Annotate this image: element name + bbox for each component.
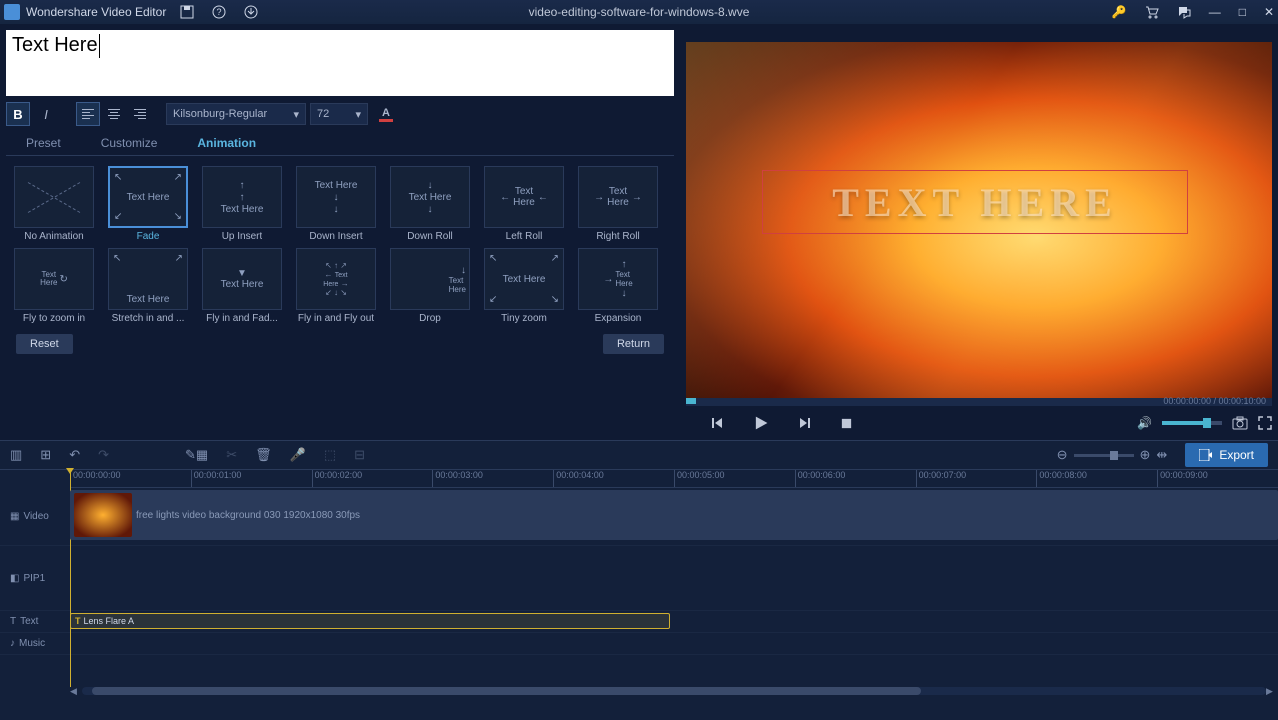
zoom-out-icon[interactable]: ⊖ <box>1057 447 1068 463</box>
text-input[interactable]: Text Here <box>6 30 674 96</box>
font-size-select[interactable]: 72▾ <box>310 103 368 125</box>
anim-up-insert[interactable]: ↑↑Text Here Up Insert <box>198 166 286 242</box>
bold-button[interactable]: B <box>6 102 30 126</box>
text-track-icon: T <box>10 616 16 627</box>
tl-mode2-icon[interactable]: ⊞ <box>40 447 51 463</box>
fullscreen-button[interactable] <box>1258 416 1272 430</box>
redo-icon[interactable]: ↷ <box>98 447 109 463</box>
next-frame-button[interactable] <box>798 416 812 430</box>
prev-frame-button[interactable] <box>710 416 724 430</box>
zoom-fit-icon[interactable]: ⇹ <box>1156 447 1167 463</box>
pip-track-icon: ◧ <box>10 573 19 584</box>
tab-animation[interactable]: Animation <box>177 132 276 155</box>
animation-grid: No Animation ↖↗Text Here↙↘ Fade ↑↑Text H… <box>6 156 674 334</box>
anim-left-roll[interactable]: ←TextHere← Left Roll <box>480 166 568 242</box>
video-preview[interactable]: TEXT HERE <box>686 42 1272 398</box>
reset-button[interactable]: Reset <box>16 334 73 354</box>
track-pip[interactable]: ◧PIP1 <box>0 546 1278 611</box>
text-input-value: Text Here <box>12 34 98 56</box>
anim-down-insert[interactable]: Text Here↓↓ Down Insert <box>292 166 380 242</box>
text-format-toolbar: B I Kilsonburg-Regular▾ 72▾ A <box>6 100 674 128</box>
font-select[interactable]: Kilsonburg-Regular▾ <box>166 103 306 125</box>
scroll-left-icon[interactable]: ◀ <box>70 686 82 697</box>
timeline-area: ▥ ⊞ ↶ ↷ ✎▦ ✂ 🗑 🎤 ⬚ ⊟ ⊖ ⊕ ⇹ Export 00:00:… <box>0 440 1278 720</box>
volume-slider[interactable] <box>1162 421 1222 425</box>
anim-drop[interactable]: ↓TextHere Drop <box>386 248 474 324</box>
track-text[interactable]: TText TLens Flare A <box>0 611 1278 633</box>
anim-tiny-zoom[interactable]: ↖↗Text Here↙↘ Tiny zoom <box>480 248 568 324</box>
zoom-slider[interactable] <box>1074 454 1134 457</box>
align-center-button[interactable] <box>102 102 126 126</box>
snapshot-button[interactable] <box>1232 416 1248 430</box>
detach-icon[interactable]: ⊟ <box>354 447 365 463</box>
close-button[interactable]: ✕ <box>1264 5 1274 19</box>
anim-stretch[interactable]: ↖↗Text Here Stretch in and ... <box>104 248 192 324</box>
export-button[interactable]: Export <box>1185 443 1268 467</box>
maximize-button[interactable]: □ <box>1239 5 1246 19</box>
tab-preset[interactable]: Preset <box>6 132 81 155</box>
preview-panel: TEXT HERE 00:00:00:00 / 00:00:10:00 🔊 <box>680 24 1278 440</box>
italic-button[interactable]: I <box>34 102 58 126</box>
video-track-icon: ▦ <box>10 511 19 522</box>
key-icon[interactable]: 🔑 <box>1112 5 1127 19</box>
undo-icon[interactable]: ↶ <box>69 447 80 463</box>
cart-icon[interactable] <box>1145 5 1159 19</box>
anim-fade[interactable]: ↖↗Text Here↙↘ Fade <box>104 166 192 242</box>
voiceover-icon[interactable]: 🎤 <box>290 447 306 463</box>
save-icon[interactable] <box>180 5 194 19</box>
return-button[interactable]: Return <box>603 334 664 354</box>
edit-icon[interactable]: ✎▦ <box>185 447 208 463</box>
anim-flyin-flyout[interactable]: ↖ ↑ ↗← TextHere →↙ ↓ ↘ Fly in and Fly ou… <box>292 248 380 324</box>
anim-flyin-fade[interactable]: ▼Text Here Fly in and Fad... <box>198 248 286 324</box>
player-controls: 🔊 <box>680 406 1278 440</box>
tab-customize[interactable]: Customize <box>81 132 178 155</box>
anim-no-animation[interactable]: No Animation <box>10 166 98 242</box>
text-clip[interactable]: TLens Flare A <box>70 613 670 629</box>
anim-fly-zoom[interactable]: TextHere↻ Fly to zoom in <box>10 248 98 324</box>
download-icon[interactable] <box>244 5 258 19</box>
player-time: 00:00:00:00 / 00:00:10:00 <box>1163 396 1266 406</box>
align-right-button[interactable] <box>128 102 152 126</box>
play-button[interactable] <box>752 414 770 432</box>
stop-button[interactable] <box>840 417 853 430</box>
anim-down-roll[interactable]: ↓Text Here↓ Down Roll <box>386 166 474 242</box>
preview-text-overlay[interactable]: TEXT HERE <box>762 170 1188 234</box>
minimize-button[interactable]: — <box>1209 5 1221 19</box>
delete-icon[interactable]: 🗑 <box>255 447 272 463</box>
svg-text:?: ? <box>217 7 222 17</box>
track-music[interactable]: ♪Music <box>0 633 1278 655</box>
align-left-button[interactable] <box>76 102 100 126</box>
document-filename: video-editing-software-for-windows-8.wve <box>529 5 750 19</box>
chevron-down-icon: ▾ <box>293 108 299 121</box>
zoom-in-icon[interactable]: ⊕ <box>1140 447 1151 463</box>
title-bar: Wondershare Video Editor ? video-editing… <box>0 0 1278 24</box>
scroll-right-icon[interactable]: ▶ <box>1266 686 1278 697</box>
timeline-scrollbar[interactable]: ◀ ▶ <box>70 685 1278 697</box>
font-color-button[interactable]: A <box>378 103 394 125</box>
app-name: Wondershare Video Editor <box>26 5 166 19</box>
crop-icon[interactable]: ⬚ <box>324 447 336 463</box>
anim-expansion[interactable]: →↑TextHere↓ Expansion <box>574 248 662 324</box>
editor-tabs: Preset Customize Animation <box>6 132 674 156</box>
player-progress-bar[interactable]: 00:00:00:00 / 00:00:10:00 <box>686 398 1272 406</box>
zoom-control: ⊖ ⊕ ⇹ <box>1057 447 1168 463</box>
anim-right-roll[interactable]: →TextHere→ Right Roll <box>574 166 662 242</box>
timeline-ruler[interactable]: 00:00:00:00 00:00:01:00 00:00:02:00 00:0… <box>70 470 1278 488</box>
chat-icon[interactable] <box>1177 5 1191 19</box>
music-track-icon: ♪ <box>10 638 15 649</box>
timeline-toolbar: ▥ ⊞ ↶ ↷ ✎▦ ✂ 🗑 🎤 ⬚ ⊟ ⊖ ⊕ ⇹ Export <box>0 440 1278 470</box>
cut-icon[interactable]: ✂ <box>226 447 237 463</box>
video-clip[interactable]: free lights video background 030 1920x10… <box>70 490 1278 540</box>
volume-icon[interactable]: 🔊 <box>1137 416 1152 430</box>
app-logo-icon <box>4 4 20 20</box>
track-video[interactable]: ▦Video free lights video background 030 … <box>0 488 1278 546</box>
clip-thumbnail <box>74 493 132 537</box>
text-editor-panel: Text Here B I Kilsonburg-Regular▾ 72▾ A … <box>0 24 680 440</box>
help-icon[interactable]: ? <box>212 5 226 19</box>
tl-mode1-icon[interactable]: ▥ <box>10 447 22 463</box>
chevron-down-icon: ▾ <box>355 108 361 121</box>
